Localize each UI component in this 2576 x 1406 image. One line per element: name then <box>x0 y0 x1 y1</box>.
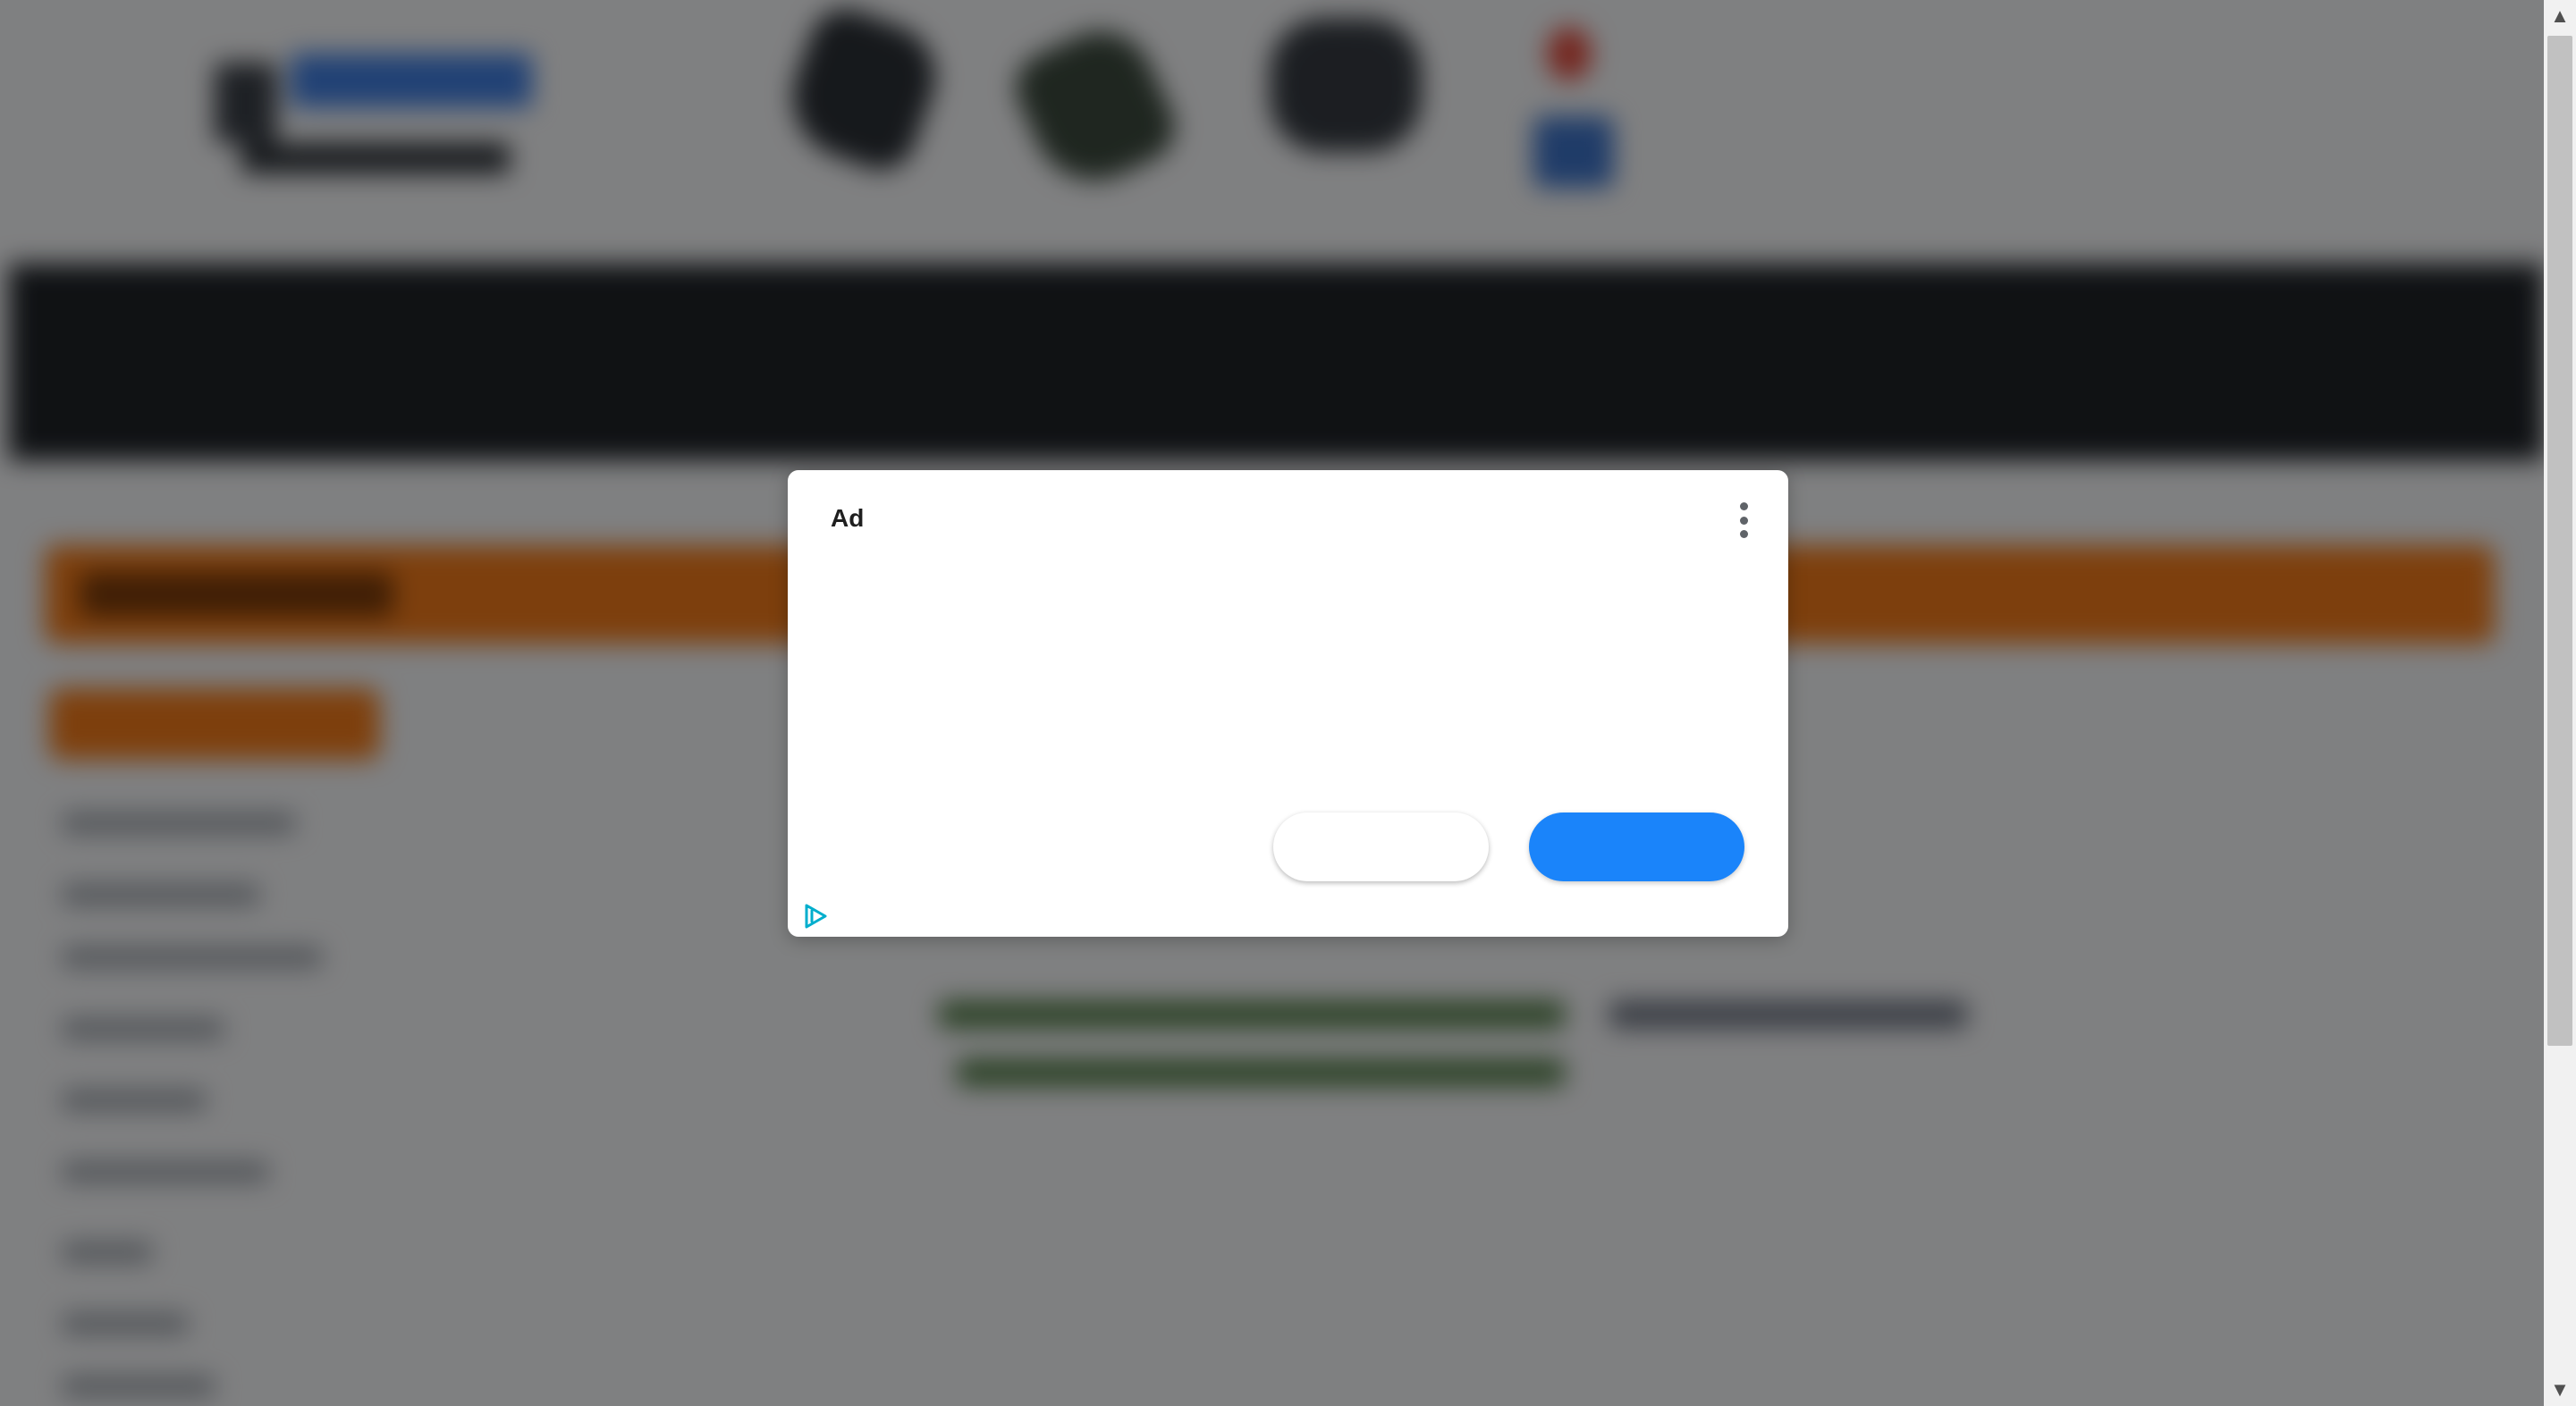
ad-label: Ad <box>831 504 865 532</box>
ad-dialog: Ad <box>788 470 1788 937</box>
menu-dot <box>1739 502 1748 510</box>
menu-dot <box>1739 530 1748 538</box>
scroll-down-arrow-icon[interactable]: ▼ <box>2544 1374 2576 1406</box>
scroll-up-arrow-icon[interactable]: ▲ <box>2544 0 2576 32</box>
menu-dot <box>1739 516 1748 525</box>
more-vert-icon[interactable] <box>1726 501 1761 540</box>
vertical-scrollbar[interactable]: ▲ ▼ <box>2544 0 2576 1406</box>
scrollbar-thumb[interactable] <box>2547 36 2572 1046</box>
ad-primary-button[interactable] <box>1529 812 1744 881</box>
ad-secondary-button[interactable] <box>1273 812 1489 881</box>
adchoices-icon[interactable] <box>802 903 829 930</box>
ad-content-area <box>831 560 1743 801</box>
